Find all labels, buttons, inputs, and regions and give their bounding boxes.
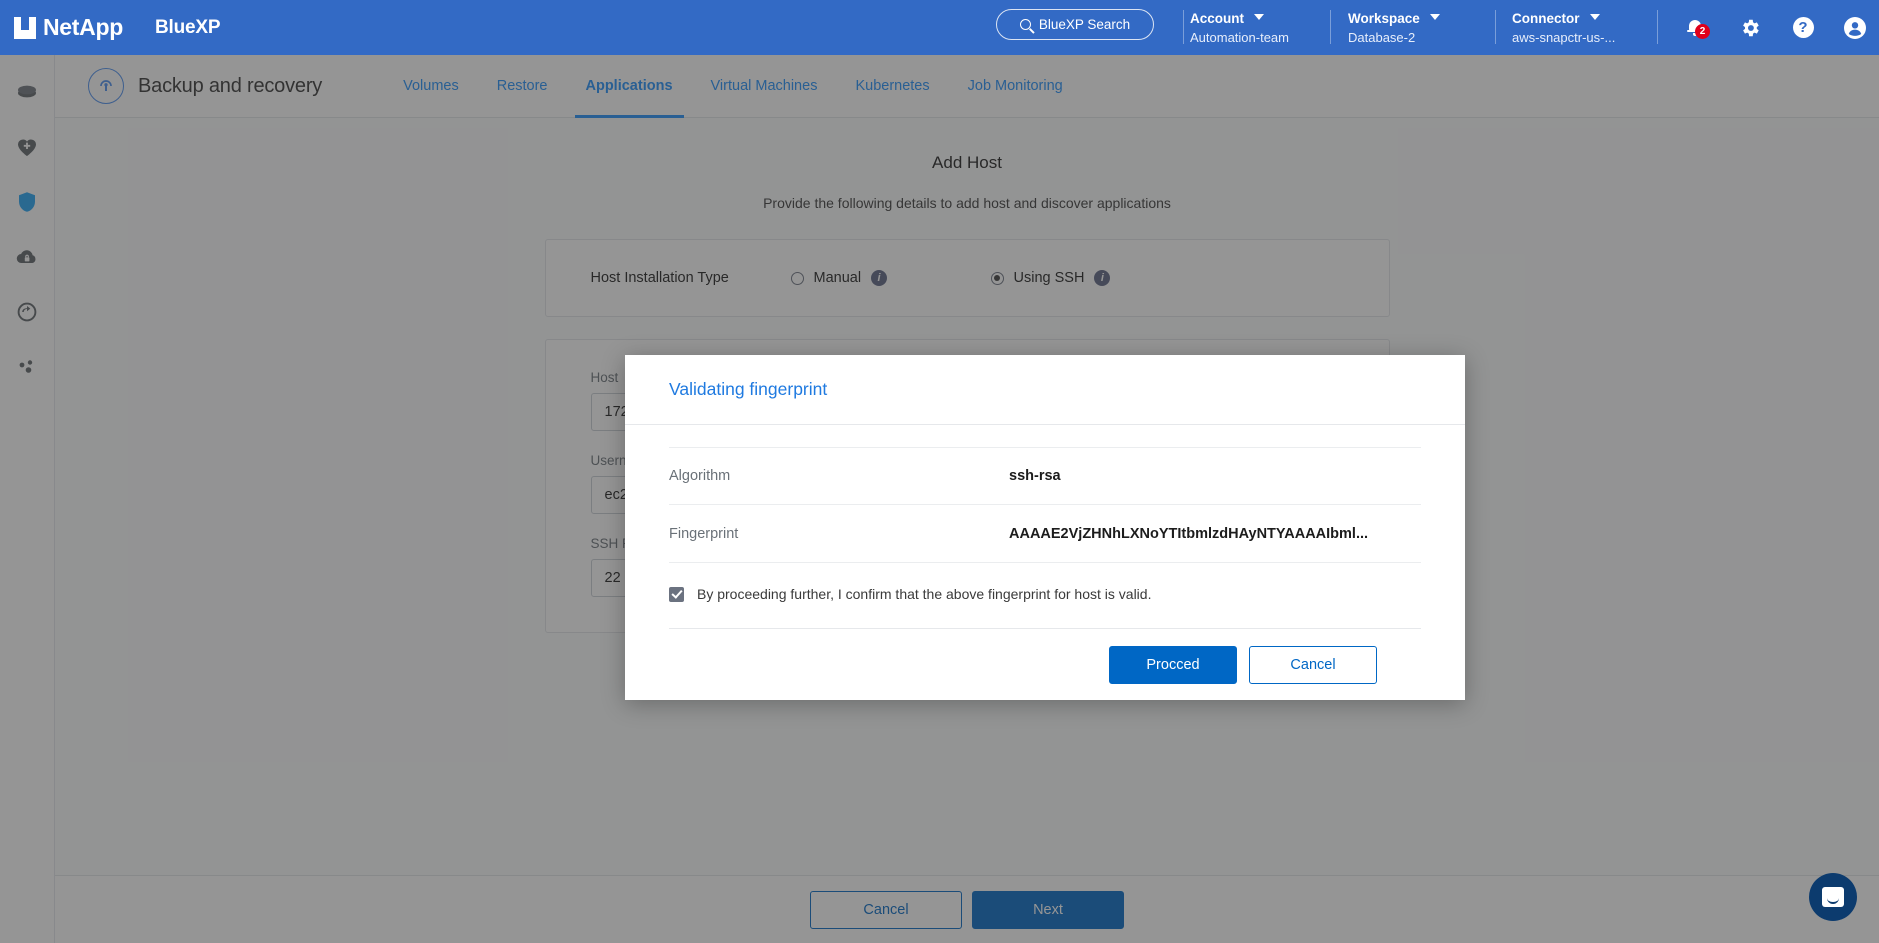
bell-icon: 2 <box>1687 19 1710 39</box>
row-algorithm: Algorithm ssh-rsa <box>669 447 1421 505</box>
dialog-cancel-button[interactable]: Cancel <box>1249 645 1377 684</box>
dialog-body: Algorithm ssh-rsa Fingerprint AAAAE2VjZH… <box>625 425 1465 628</box>
connector-selector[interactable]: Connector aws-snapctr-us-... <box>1512 0 1615 55</box>
dialog-title: Validating fingerprint <box>625 355 1465 425</box>
user-avatar-icon <box>1844 16 1866 39</box>
connector-title: Connector <box>1512 10 1580 26</box>
connector-value: aws-snapctr-us-... <box>1512 29 1616 45</box>
chat-bubble-icon <box>1822 887 1844 907</box>
workspace-selector[interactable]: Workspace Database-2 <box>1348 0 1440 55</box>
bluexp-search-button[interactable]: BlueXP Search <box>996 9 1154 40</box>
fingerprint-value: AAAAE2VjZHNhLXNoYTItbmlzdHAyNTYAAAAIbml.… <box>1009 525 1369 542</box>
header-divider-3 <box>1495 10 1496 44</box>
notification-badge: 2 <box>1695 24 1710 39</box>
product-name[interactable]: BlueXP <box>155 17 221 39</box>
netapp-mark-icon <box>14 16 36 39</box>
account-value: Automation-team <box>1190 29 1289 45</box>
search-icon <box>1019 19 1031 30</box>
brand-name: NetApp <box>43 14 123 40</box>
top-header-bar: NetApp BlueXP BlueXP Search Account Auto… <box>0 0 1879 55</box>
chevron-down-icon <box>1254 14 1264 20</box>
algorithm-label: Algorithm <box>669 468 731 484</box>
header-divider-4 <box>1657 10 1658 44</box>
dialog-footer: Procced Cancel <box>669 628 1421 700</box>
consent-checkbox[interactable] <box>669 586 684 602</box>
chat-bubble-button[interactable] <box>1809 873 1857 921</box>
help-icon: ? <box>1792 17 1814 38</box>
user-account-button[interactable] <box>1836 0 1874 55</box>
proceed-button[interactable]: Procced <box>1109 645 1237 684</box>
validating-fingerprint-dialog: Validating fingerprint Algorithm ssh-rsa… <box>625 355 1465 700</box>
fingerprint-label: Fingerprint <box>669 525 739 542</box>
gear-icon <box>1743 19 1759 36</box>
consent-row[interactable]: By proceeding further, I confirm that th… <box>669 563 1421 628</box>
account-title: Account <box>1190 10 1244 26</box>
workspace-title: Workspace <box>1348 10 1420 26</box>
header-divider-1 <box>1183 10 1184 44</box>
algorithm-value: ssh-rsa <box>1009 468 1061 484</box>
header-divider-2 <box>1330 10 1331 44</box>
netapp-logo[interactable]: NetApp <box>14 14 123 41</box>
row-fingerprint: Fingerprint AAAAE2VjZHNhLXNoYTItbmlzdHAy… <box>669 505 1421 563</box>
search-label: BlueXP Search <box>1038 17 1131 32</box>
account-selector[interactable]: Account Automation-team <box>1190 0 1289 55</box>
settings-button[interactable] <box>1731 0 1769 55</box>
consent-label: By proceeding further, I confirm that th… <box>697 586 1152 602</box>
workspace-value: Database-2 <box>1348 29 1416 45</box>
chevron-down-icon <box>1589 14 1600 20</box>
help-button[interactable]: ? <box>1784 0 1822 55</box>
notifications-button[interactable]: 2 <box>1676 0 1714 55</box>
chevron-down-icon <box>1429 14 1440 20</box>
